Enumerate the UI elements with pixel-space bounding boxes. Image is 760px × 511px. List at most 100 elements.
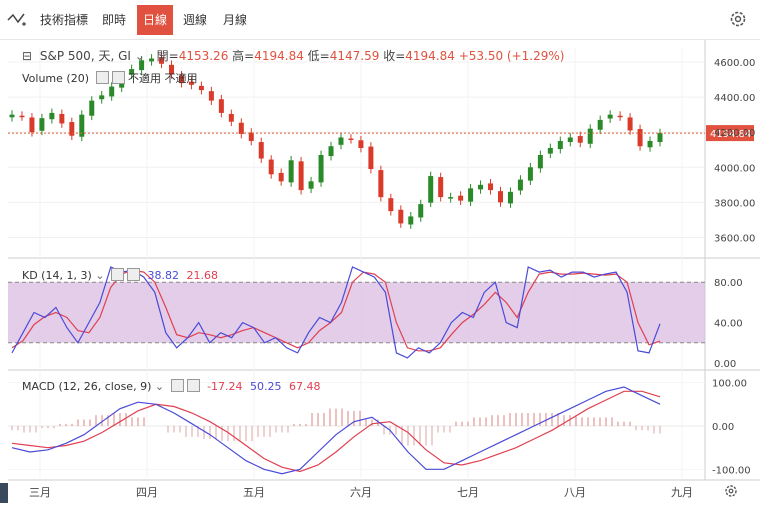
candle-body <box>59 113 65 124</box>
month-tick-label: 九月 <box>671 486 693 499</box>
price-tick-label: 4000.00 <box>714 163 755 174</box>
candle-body <box>587 128 593 144</box>
candle-body <box>19 115 25 118</box>
candle-body <box>418 204 424 218</box>
volume-value: 不適用 <box>128 72 161 85</box>
candle-body <box>547 147 553 154</box>
high-label: 高= <box>232 49 255 63</box>
ohlc-values: 開=4153.26 高=4194.84 低=4147.59 收=4194.84 … <box>157 49 565 63</box>
candle-body <box>458 195 464 201</box>
macd-lines <box>11 386 661 475</box>
candle-body <box>398 209 404 224</box>
candle-body <box>9 114 15 118</box>
kd-overbought-band <box>8 282 705 343</box>
candle-body <box>49 112 55 120</box>
settings-small-icon[interactable] <box>170 379 184 392</box>
candle-body <box>348 138 354 141</box>
candle-body <box>557 140 563 150</box>
macd-tick-label: -100.00 <box>712 465 751 476</box>
candle-body <box>258 142 264 159</box>
main-legend: ⊟ S&P 500, 天, GI ⌄ 開=4153.26 高=4194.84 低… <box>22 47 564 64</box>
candle-body <box>537 155 543 169</box>
kd-tick-label: 80.00 <box>714 278 743 289</box>
candle-body <box>268 159 274 175</box>
close-icon[interactable] <box>111 71 125 84</box>
candle-body <box>577 136 583 143</box>
price-tick-label: 4400.00 <box>714 93 755 104</box>
open-value: 4153.26 <box>178 49 229 63</box>
candle-body <box>567 137 573 143</box>
x-ticks: 三月 四月 五月 六月 七月 八月 九月 <box>29 486 693 499</box>
candle-body <box>478 184 484 190</box>
hist-value: -17.24 <box>207 380 243 393</box>
candle-body <box>378 170 384 198</box>
month-tick-label: 五月 <box>243 486 265 499</box>
macd-tick-label: 0.00 <box>712 422 734 433</box>
close-icon[interactable] <box>186 379 200 392</box>
price-tick-label: 3600.00 <box>714 233 755 244</box>
chevron-down-icon[interactable]: ⌄ <box>135 49 145 63</box>
candle-body <box>69 122 75 136</box>
candle-body <box>428 176 434 203</box>
signal-value: 67.48 <box>289 380 321 393</box>
low-value: 4147.59 <box>329 49 380 63</box>
kd-legend: KD (14, 1, 3) ⌄ 38.82 21.68 <box>22 268 218 282</box>
change-value: +53.50 (+1.29%) <box>458 49 565 63</box>
candle-body <box>308 181 314 189</box>
close-icon[interactable] <box>126 268 140 281</box>
month-tick-label: 七月 <box>457 486 479 499</box>
candle-body <box>408 216 414 225</box>
candle-body <box>89 100 95 116</box>
d-value: 21.68 <box>186 269 218 282</box>
candle-body <box>228 113 234 122</box>
candle-body <box>29 117 35 133</box>
volume-legend: Volume (20) 不適用 不適用 <box>22 70 198 86</box>
macd-legend: MACD (12, 26, close, 9) ⌄ -17.24 50.25 6… <box>22 379 321 393</box>
axis-settings-icon[interactable] <box>725 485 737 497</box>
price-tick-label: 4600.00 <box>714 58 755 69</box>
candle-body <box>218 99 224 113</box>
candle-body <box>318 155 324 183</box>
macd-line <box>11 386 661 475</box>
candle-body <box>438 177 444 198</box>
kd-tick-label: 0.00 <box>714 359 736 370</box>
candle-body <box>507 191 513 204</box>
price-tick-label: 4200.00 <box>714 128 755 139</box>
close-value: 4194.84 <box>405 49 455 63</box>
left-scroll-handle[interactable] <box>0 483 8 503</box>
candle-body <box>328 146 334 157</box>
candle-body <box>338 137 344 145</box>
chart-widget: 技術指標 即時 日線 週線 月線 4194.84 3600.00 3800.00 4… <box>0 0 760 511</box>
settings-small-icon[interactable] <box>110 268 124 281</box>
candle-body <box>637 129 643 147</box>
kd-band <box>8 281 705 344</box>
macd-label: MACD (12, 26, close, 9) <box>22 380 152 393</box>
month-tick-label: 四月 <box>136 486 158 499</box>
candle-body <box>657 133 663 143</box>
na-label: 不適用 <box>164 72 198 85</box>
settings-small-icon[interactable] <box>95 71 109 84</box>
candle-body <box>298 161 304 191</box>
k-value: 38.82 <box>147 269 179 282</box>
month-tick-label: 八月 <box>564 486 586 499</box>
candle-body <box>607 114 613 119</box>
close-label: 收= <box>383 49 406 63</box>
collapse-icon[interactable]: ⊟ <box>22 49 32 63</box>
candle-body <box>248 132 254 141</box>
month-tick-label: 六月 <box>350 486 372 499</box>
candle-body <box>208 91 214 101</box>
volume-label: Volume (20) <box>22 72 89 85</box>
candle-body <box>488 183 494 191</box>
candle-body <box>448 197 454 199</box>
candle-body <box>288 160 294 183</box>
candle-body <box>278 172 284 182</box>
candle-body <box>497 191 503 203</box>
candle-body <box>468 188 474 202</box>
y-ticks: 3600.00 3800.00 4000.00 4200.00 4400.00 4600.… <box>712 58 755 476</box>
high-value: 4194.84 <box>254 49 304 63</box>
kd-tick-label: 40.00 <box>714 319 743 330</box>
candle-body <box>238 122 244 134</box>
candle-body <box>109 86 115 97</box>
candle-body <box>99 95 105 100</box>
kd-label: KD (14, 1, 3) <box>22 269 92 282</box>
